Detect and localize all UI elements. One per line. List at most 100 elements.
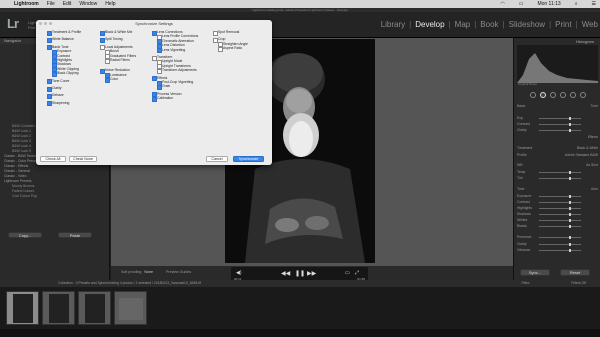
setting-checkbox[interactable]: Black & White Mix (100, 30, 136, 37)
slider-thumb[interactable] (569, 219, 571, 222)
adjustment-slider[interactable] (539, 195, 581, 198)
slider-thumb[interactable] (569, 117, 571, 120)
setting-checkbox[interactable]: Grain (157, 84, 198, 91)
fullscreen-icon[interactable]: ⤢ (355, 270, 359, 276)
setting-checkbox[interactable]: Sharpening (47, 101, 81, 107)
setting-checkbox[interactable]: Clarity (47, 86, 81, 93)
adjustment-slider[interactable] (539, 123, 581, 126)
adjustment-slider[interactable] (539, 236, 581, 239)
setting-checkbox[interactable]: Radial Filters (105, 58, 136, 65)
menu-file[interactable]: File (47, 0, 55, 8)
lightroom-logo: Lr (7, 16, 19, 31)
filmstrip-thumb[interactable] (6, 291, 39, 325)
adjustment-slider[interactable] (539, 207, 581, 210)
filmstrip (0, 287, 600, 329)
menu-edit[interactable]: Edit (63, 0, 72, 8)
adjustment-slider[interactable] (539, 249, 581, 252)
setting-checkbox[interactable]: Color (105, 77, 136, 84)
control-label: WB (517, 163, 523, 167)
check-none-button[interactable]: Check None (69, 156, 97, 162)
adjustment-slider[interactable] (539, 225, 581, 228)
adjustment-slider[interactable] (539, 219, 581, 222)
setting-checkbox[interactable]: Tone Curve (47, 79, 81, 85)
slider-thumb[interactable] (569, 201, 571, 204)
slider-thumb[interactable] (569, 243, 571, 246)
slider-thumb[interactable] (569, 249, 571, 252)
clock[interactable]: Mon 11:13 (537, 0, 560, 8)
copy-button[interactable]: Copy... (8, 232, 42, 238)
setting-checkbox[interactable]: Black Clipping (52, 71, 81, 78)
slider-thumb[interactable] (569, 171, 571, 174)
setting-checkbox[interactable]: Split Toning (100, 37, 136, 44)
crop-tool-icon[interactable] (529, 92, 536, 98)
setting-checkbox[interactable]: White Balance (47, 37, 81, 44)
setting-checkbox[interactable]: Treatment & Profile (47, 30, 81, 37)
pause-icon[interactable]: ❚❚ (295, 270, 305, 277)
setting-checkbox[interactable]: Lens Vignetting (157, 48, 198, 54)
cancel-button[interactable]: Cancel (206, 156, 228, 162)
slider-thumb[interactable] (569, 225, 571, 228)
thumb-image (119, 298, 143, 320)
graduated-filter-icon[interactable] (559, 92, 566, 98)
filmstrip-source[interactable]: Collection : 3 Presets and Synchronizing… (58, 281, 201, 285)
slider-thumb[interactable] (569, 129, 571, 132)
fast-forward-icon[interactable]: ▶▶ (307, 270, 316, 277)
preset-list-item[interactable]: Cool Colour Pop (4, 194, 108, 199)
slider-thumb[interactable] (569, 207, 571, 210)
develop-control-row: Temp (517, 170, 598, 174)
adjustment-slider[interactable] (539, 201, 581, 204)
setting-checkbox[interactable]: Aspect Ratio (218, 46, 248, 53)
adjustment-brush-icon[interactable] (579, 92, 586, 98)
wifi-icon[interactable]: ◠ (500, 0, 504, 8)
filters-off-select[interactable]: Filters Off (571, 280, 586, 287)
adjustment-slider[interactable] (539, 177, 581, 180)
menu-app[interactable]: Lightroom (14, 0, 39, 8)
module-map[interactable]: Map (455, 20, 471, 29)
sync-button[interactable]: Sync... (520, 269, 550, 276)
rewind-icon[interactable]: ◀◀ (281, 270, 290, 277)
search-icon[interactable]: ⌕ (575, 0, 578, 8)
slider-thumb[interactable] (569, 177, 571, 180)
spot-removal-icon[interactable] (539, 92, 546, 98)
setting-checkbox[interactable]: Dehaze (47, 93, 81, 100)
filmstrip-thumb[interactable] (78, 291, 111, 325)
control-value: Auto (591, 187, 598, 191)
soft-proofing-label: Soft proofing (121, 270, 142, 274)
module-web[interactable]: Web (582, 20, 598, 29)
adjustment-slider[interactable] (539, 129, 581, 132)
paste-button[interactable]: Paste (58, 232, 92, 238)
slider-thumb[interactable] (569, 236, 571, 239)
slider-thumb[interactable] (569, 123, 571, 126)
module-develop[interactable]: Develop (415, 20, 444, 29)
bottom-panel-toggle[interactable] (0, 329, 600, 337)
control-value: Black & White (576, 146, 598, 150)
histogram-header[interactable]: Histogram (576, 39, 594, 44)
setting-checkbox[interactable]: Transform Adjustments (157, 68, 198, 75)
slider-thumb[interactable] (569, 213, 571, 216)
menu-help[interactable]: Help (105, 0, 115, 8)
module-book[interactable]: Book (480, 20, 498, 29)
menu-window[interactable]: Window (79, 0, 97, 8)
adjustment-slider[interactable] (539, 213, 581, 216)
soft-proofing-select[interactable]: None (142, 270, 155, 274)
synchronize-button[interactable]: Synchronize (233, 156, 264, 162)
module-library[interactable]: Library (381, 20, 405, 29)
filmstrip-thumb[interactable] (114, 291, 147, 325)
setting-checkbox[interactable]: Spot Removal (213, 30, 248, 37)
menu-list-icon[interactable]: ☰ (592, 0, 596, 8)
module-print[interactable]: Print (555, 20, 571, 29)
radial-filter-icon[interactable] (569, 92, 576, 98)
adjustment-slider[interactable] (539, 243, 581, 246)
reset-button[interactable]: Reset (560, 269, 590, 276)
check-all-button[interactable]: Check All (40, 156, 66, 162)
red-eye-icon[interactable] (549, 92, 556, 98)
volume-icon[interactable]: ◀) (236, 270, 242, 276)
adjustment-slider[interactable] (539, 117, 581, 120)
module-slideshow[interactable]: Slideshow (509, 20, 545, 29)
airplay-icon[interactable]: ▭ (345, 270, 350, 276)
adjustment-slider[interactable] (539, 171, 581, 174)
filmstrip-thumb[interactable] (42, 291, 75, 325)
setting-checkbox[interactable]: Calibration (152, 96, 198, 103)
slider-thumb[interactable] (569, 195, 571, 198)
battery-icon[interactable]: ▭ (519, 0, 524, 8)
